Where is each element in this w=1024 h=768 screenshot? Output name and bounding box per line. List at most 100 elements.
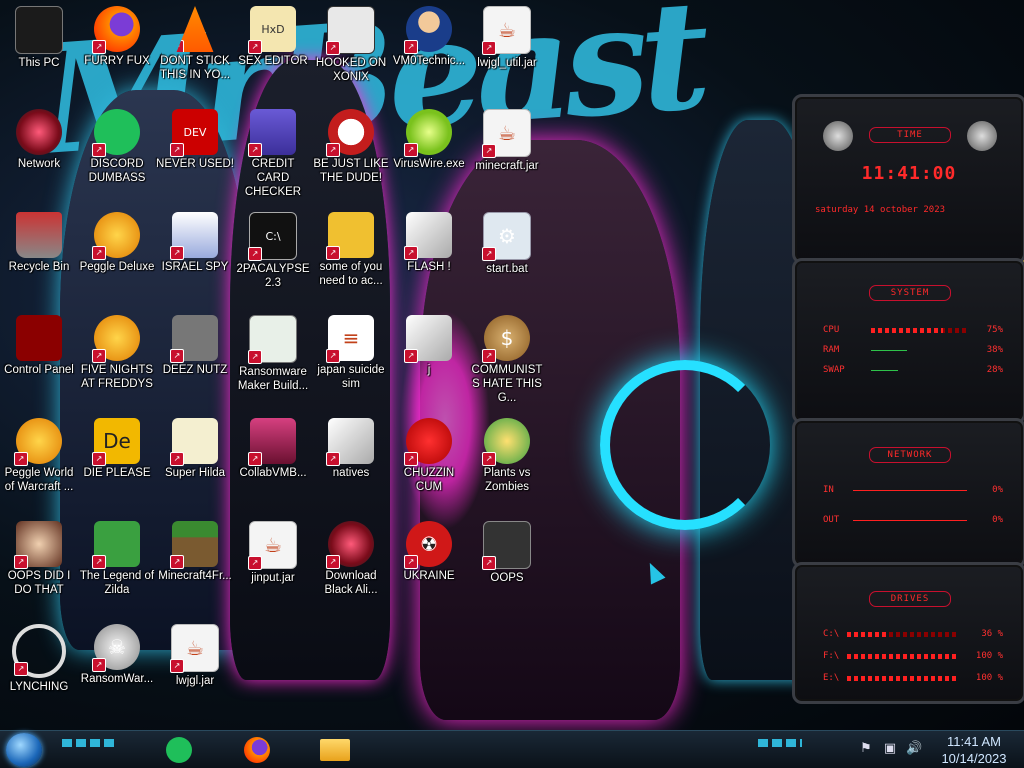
desktop-icon-label: natives xyxy=(332,467,370,479)
shortcut-arrow-icon: ↗ xyxy=(92,658,106,672)
desktop-icon[interactable]: ↗ The Legend of Zilda xyxy=(78,515,156,611)
desktop-icon[interactable]: ↗ CollabVMB... xyxy=(234,412,312,508)
shortcut-arrow-icon: ↗ xyxy=(326,555,340,569)
desktop-icon[interactable]: ↗ j xyxy=(390,309,468,405)
monitor-icon: ↗ xyxy=(248,418,296,466)
desktop-icon[interactable]: ≡ ↗ japan suicide sim xyxy=(312,309,390,405)
network-tray-icon[interactable]: ▣ xyxy=(882,741,898,757)
desktop-icon[interactable]: ☕ ↗ jinput.jar xyxy=(234,515,312,611)
desktop-icon[interactable]: Network xyxy=(0,103,78,199)
desktop-icon[interactable]: Recycle Bin xyxy=(0,206,78,302)
desktop-icon[interactable]: ↗ CREDIT CARD CHECKER xyxy=(234,103,312,199)
swap-bar-fill xyxy=(871,370,898,371)
desktop-icon-label: FURRY FUX xyxy=(84,55,150,67)
drive-e-bar xyxy=(847,676,957,681)
window-stack-icon: ↗ xyxy=(170,315,218,363)
network-in-value: 0% xyxy=(992,485,1003,495)
network-out-label: OUT xyxy=(823,515,840,525)
desktop-icon[interactable]: De ↗ DIE PLEASE xyxy=(78,412,156,508)
desktop-icon[interactable]: C:\ ↗ 2PACALYPSE 2.3 xyxy=(234,206,312,302)
file-icon: ↗ xyxy=(326,418,374,466)
time-widget-title: TIME xyxy=(869,127,951,143)
alien-logo-left-icon xyxy=(823,121,853,151)
desktop-icon[interactable]: This PC xyxy=(0,0,78,96)
desktop-icon[interactable]: ↗ DISCORD DUMBASS xyxy=(78,103,156,199)
shortcut-arrow-icon: ↗ xyxy=(326,246,340,260)
app-window-icon: ↗ xyxy=(248,315,297,364)
volume-icon[interactable]: 🔊 xyxy=(906,741,922,757)
system-widget: SYSTEM CPU 75% RAM 38% SWAP 28% xyxy=(792,258,1024,424)
taskbar-app-firefox[interactable] xyxy=(240,734,274,766)
desktop-icon[interactable]: ↗ DEEZ NUTZ xyxy=(156,309,234,405)
desktop-icon[interactable]: ↗ VirusWire.exe xyxy=(390,103,468,199)
desktop-icon[interactable]: ↗ OOPS DID I DO THAT xyxy=(0,515,78,611)
lime-icon: ↗ xyxy=(404,109,452,157)
desktop-icon[interactable]: ↗ Peggle World of Warcraft ... xyxy=(0,412,78,508)
desktop-icon[interactable]: ↗ FURRY FUX xyxy=(78,0,156,96)
taskbar-app-chat[interactable] xyxy=(162,734,196,766)
desktop-icon-label: Plants vs Zombies xyxy=(483,467,531,493)
shortcut-arrow-icon: ↗ xyxy=(248,143,262,157)
desktop-icon[interactable]: ↗ FIVE NIGHTS AT FREDDYS xyxy=(78,309,156,405)
skull-icon: ☠ ↗ xyxy=(92,624,140,672)
desktop-icon[interactable]: ↗ ISRAEL SPY xyxy=(156,206,234,302)
desktop-icon[interactable]: ↗ some of you need to ac... xyxy=(312,206,390,302)
de-icon: De ↗ xyxy=(92,418,140,466)
desktop-icon[interactable]: HxD ↗ SEX EDITOR xyxy=(234,0,312,96)
computer-icon xyxy=(15,6,63,54)
desktop-icon[interactable]: $ ↗ COMMUNISTS HATE THIS G... xyxy=(468,309,546,405)
spy-icon: ↗ xyxy=(170,212,218,260)
desktop-icon[interactable]: ↗ natives xyxy=(312,412,390,508)
network-in-graph xyxy=(853,490,967,491)
desktop-icon[interactable]: ↗ HOOKED ON XONIX xyxy=(312,0,390,96)
money-bag-icon: $ ↗ xyxy=(482,315,530,363)
dev-cpp-icon: DEV ↗ xyxy=(170,109,218,157)
desktop-icon-label: Minecraft4Fr... xyxy=(158,570,232,582)
shortcut-arrow-icon: ↗ xyxy=(482,247,496,261)
desktop-icon-label: Recycle Bin xyxy=(8,261,70,273)
taskbar-clock[interactable]: 11:41 AM 10/14/2023 xyxy=(928,731,1020,768)
shortcut-arrow-icon: ↗ xyxy=(404,40,418,54)
desktop-icon[interactable]: ↗ Plants vs Zombies xyxy=(468,412,546,508)
desktop-icon[interactable]: ☕ ↗ minecraft.jar xyxy=(468,103,546,199)
flag-icon[interactable]: ⚑ xyxy=(858,741,874,757)
drive-f-label: F:\ xyxy=(823,651,840,661)
desktop-icon[interactable]: ↗ OOPS xyxy=(468,515,546,611)
time-widget: TIME 11:41:00 saturday 14 october 2023 xyxy=(792,94,1024,264)
desktop-icon[interactable]: ↗ Peggle Deluxe xyxy=(78,206,156,302)
desktop-icon[interactable]: ☠ ↗ RansomWar... xyxy=(78,618,156,714)
desktop-icon[interactable]: ↗ VM0Technic... xyxy=(390,0,468,96)
start-button[interactable] xyxy=(6,733,42,767)
desktop-icon[interactable]: ☕ ↗ lwjgl.jar xyxy=(156,618,234,714)
desktop-icon[interactable]: DEV ↗ NEVER USED! xyxy=(156,103,234,199)
cpu-value: 75% xyxy=(986,325,1003,335)
doctor-icon: ↗ xyxy=(404,6,452,54)
desktop-icon[interactable]: ↗ LYNCHING xyxy=(0,618,78,714)
desktop-icon[interactable]: ↗ Super Hilda xyxy=(156,412,234,508)
desktop-icon[interactable]: ↗ Download Black Ali... xyxy=(312,515,390,611)
desktop-icon[interactable]: ☢ ↗ UKRAINE xyxy=(390,515,468,611)
desktop-icon[interactable]: Control Panel xyxy=(0,309,78,405)
desktop-icon[interactable]: ↗ CHUZZIN CUM xyxy=(390,412,468,508)
file-explorer-icon xyxy=(320,739,350,761)
drive-e-row: E:\ 100 % xyxy=(823,673,1003,685)
desktop-icon[interactable]: ↗ BE JUST LIKE THE DUDE! xyxy=(312,103,390,199)
swap-label: SWAP xyxy=(823,365,845,375)
drives-widget: DRIVES C:\ 36 % F:\ 100 % E:\ 100 % xyxy=(792,562,1024,704)
taskbar-app-file-explorer[interactable] xyxy=(318,734,352,766)
clock-display: 11:41:00 xyxy=(861,163,957,184)
cpu-bar-fill xyxy=(871,328,943,333)
desktop-icon-label: VirusWire.exe xyxy=(393,158,465,170)
java-jar-icon: ☕ ↗ xyxy=(482,6,531,55)
ram-bar-fill xyxy=(871,350,908,351)
desktop-icon[interactable]: ⚙ ↗ start.bat xyxy=(468,206,546,302)
desktop-icon[interactable]: ↗ Minecraft4Fr... xyxy=(156,515,234,611)
desktop-icon[interactable]: ↗ Ransomware Maker Build... xyxy=(234,309,312,405)
desktop-icon[interactable]: ↗ DONT STICK THIS IN YO... xyxy=(156,0,234,96)
desktop-icon-label: DONT STICK THIS IN YO... xyxy=(159,55,231,81)
shortcut-arrow-icon: ↗ xyxy=(14,452,28,466)
desktop-icon[interactable]: ☕ ↗ lwjgl_util.jar xyxy=(468,0,546,96)
desktop-icon[interactable]: ↗ FLASH ! xyxy=(390,206,468,302)
drive-f-value: 100 % xyxy=(975,651,1003,661)
ram-value: 38% xyxy=(986,345,1003,355)
